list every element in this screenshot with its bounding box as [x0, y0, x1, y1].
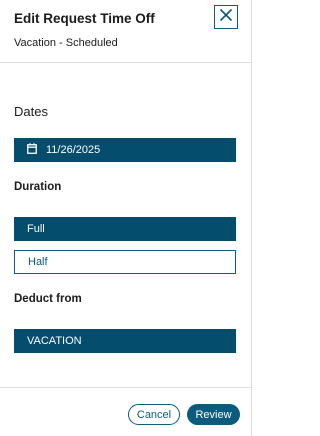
duration-option-half[interactable]: Half	[14, 250, 236, 274]
duration-label: Duration	[14, 181, 62, 193]
review-button[interactable]: Review	[187, 404, 240, 425]
panel-title: Edit Request Time Off	[14, 11, 155, 26]
close-icon	[219, 8, 233, 27]
panel-header: Edit Request Time Off Vacation - Schedul…	[0, 0, 251, 63]
footer-divider	[0, 387, 251, 388]
deduct-from-label: Deduct from	[14, 293, 82, 305]
close-button[interactable]	[214, 5, 238, 29]
panel-subtitle: Vacation - Scheduled	[14, 37, 118, 49]
edit-time-off-panel: Edit Request Time Off Vacation - Schedul…	[0, 0, 252, 436]
date-value: 11/26/2025	[46, 144, 101, 156]
date-field[interactable]: 11/26/2025	[14, 138, 236, 162]
duration-option-full[interactable]: Full	[14, 217, 236, 241]
deduct-from-select[interactable]: VACATION	[14, 329, 236, 353]
cancel-button[interactable]: Cancel	[128, 404, 180, 425]
calendar-icon	[27, 141, 37, 159]
dates-label: Dates	[14, 104, 48, 119]
